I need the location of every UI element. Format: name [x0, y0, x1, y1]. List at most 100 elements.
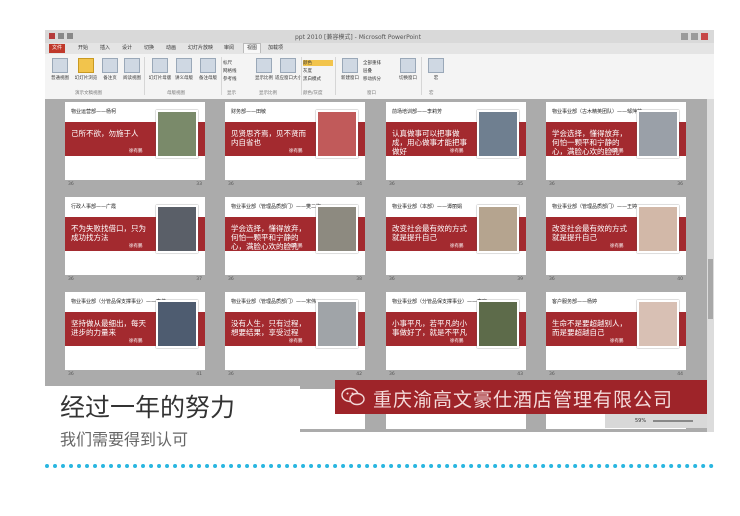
slide-number-row: 36 34 [225, 182, 365, 190]
slide-author: 徐有鹏 [289, 339, 303, 344]
ribbon-divider [144, 57, 145, 95]
slide-quote: 改变社会最有效的方式就是提升自己 [392, 224, 467, 242]
slide-thumbnail[interactable]: 行政人事部——广霞 不为失败找借口，只为成功找方法 徐有鹏 [65, 197, 205, 275]
macros-button[interactable]: 宏 [423, 58, 449, 88]
fit-to-window-button[interactable]: 适应窗口大小 [275, 58, 302, 88]
slide-transition-mark: 36 [389, 182, 395, 187]
slide-sorter-button[interactable]: 幻灯片浏览 [73, 58, 99, 88]
slide-number-row: 36 39 [386, 277, 526, 285]
reading-view-button[interactable]: 阅读视图 [119, 58, 145, 88]
slide-photo [477, 110, 519, 158]
slide-photo [637, 110, 679, 158]
slide-header: 物业事业部（管理品质部门）——樊二梅 [231, 204, 322, 210]
slide-number: 38 [356, 277, 362, 282]
slide-author: 徐有鹏 [610, 149, 624, 154]
slide-number: 35 [517, 182, 523, 187]
slide-number-row: 36 38 [225, 277, 365, 285]
slide-number-row: 36 37 [65, 277, 205, 285]
slide-photo [156, 205, 198, 253]
slide-thumbnail[interactable]: 物业事业部（古木精英团队）——邹萍萍 学会选择，懂得放弃，何怕一颗平和宁静的心，满… [546, 102, 686, 180]
slide-thumbnail[interactable]: 财务部——田敏 见贤思齐焉，见不贤而内自省也 徐有鹏 [225, 102, 365, 180]
slide-number: 42 [356, 372, 362, 377]
handout-master-button[interactable]: 讲义母版 [171, 58, 197, 88]
close-button[interactable] [701, 33, 708, 40]
slide-transition-mark: 36 [68, 182, 74, 187]
slide-thumbnail[interactable]: 物业事业部（分管品保支撑事业）——李晓 小事平凡，若平凡的小事做好了，就是不平凡徐… [386, 292, 526, 370]
slide-header: 财务部——田敏 [231, 109, 267, 115]
maximize-button[interactable] [691, 33, 698, 40]
slide-number-row: 36 41 [65, 372, 205, 380]
tab-view[interactable]: 视图 [243, 43, 262, 53]
slide-transition-mark: 36 [389, 372, 395, 377]
notes-master-button[interactable]: 备注母版 [195, 58, 221, 88]
slide-number: 44 [677, 372, 683, 377]
group-label-macros: 宏 [429, 91, 434, 96]
group-label-show: 显示 [227, 91, 236, 96]
zoom-button[interactable]: 显示比例 [251, 58, 277, 88]
slide-transition-mark: 36 [68, 372, 74, 377]
tab-design[interactable]: 设计 [119, 44, 135, 53]
slide-thumbnail[interactable]: 物业事业部（管理品质部门）——王婷改变社会最有效的方式就是提升自己徐有鹏 [546, 197, 686, 275]
magnifier-icon [256, 58, 272, 73]
reading-view-icon [124, 58, 140, 73]
switch-window-button[interactable]: 切换窗口 [395, 58, 421, 88]
tab-animations[interactable]: 动画 [163, 44, 179, 53]
arrange-options[interactable]: 全部重排 层叠 移动拆分 [363, 58, 393, 88]
slide-number: 36 [677, 182, 683, 187]
slide-transition-mark: 36 [228, 372, 234, 377]
save-icon[interactable] [58, 33, 64, 39]
scrollbar-thumb[interactable] [708, 259, 713, 319]
tab-home[interactable]: 开始 [75, 44, 91, 53]
slide-author: 徐有鹏 [450, 339, 464, 344]
tab-file[interactable]: 文件 [49, 44, 66, 53]
tab-insert[interactable]: 插入 [97, 44, 113, 53]
slide-thumbnail[interactable]: 客户服务部——杨婷 生命不是要超越别人，而是要超越自己 徐有鹏 [546, 292, 686, 370]
slide-number: 37 [196, 277, 202, 282]
slide-number: 34 [356, 182, 362, 187]
slide-author: 徐有鹏 [289, 244, 303, 249]
slide-number-row: 36 43 [386, 372, 526, 380]
slide-transition-mark: 36 [228, 182, 234, 187]
slide-thumbnail[interactable]: 物业事业部（分管品保支撑事业）——李伟 坚持做从最细出，每天进步的力量来 徐有鹏 [65, 292, 205, 370]
ribbon-divider [335, 57, 336, 95]
ruler-checkbox[interactable]: 标尺 网格线 参考线 [223, 58, 249, 88]
zoom-slider[interactable] [653, 420, 693, 422]
slide-quote: 改变社会最有效的方式就是提升自己 [552, 224, 627, 242]
normal-view-button[interactable]: 普通视图 [47, 58, 73, 88]
slide-thumbnail[interactable]: 前场培训部——李莉芳 认真做事可以把事做成，用心做事才能把事做好 徐有鹏 [386, 102, 526, 180]
slide-thumbnail[interactable]: 物业事业部（管理品质部门）——樊二梅 学会选择，懂得放弃，何怕一颗平和宁静的心，满… [225, 197, 365, 275]
slide-transition-mark: 36 [549, 372, 555, 377]
ribbon-tabs: 文件 开始 插入 设计 切换 动画 幻灯片放映 审阅 视图 加载项 [45, 43, 714, 54]
slide-thumbnail[interactable]: 物业运营部——杨柯 己所不欲，勿施于人 徐有鹏 [65, 102, 205, 180]
slide-number-row: 36 35 [386, 182, 526, 190]
tab-review[interactable]: 审阅 [221, 44, 237, 53]
minimize-button[interactable] [681, 33, 688, 40]
tab-addins[interactable]: 加载项 [265, 44, 286, 53]
caption-subtitle: 我们需要得到认可 [60, 430, 189, 449]
tab-slideshow[interactable]: 幻灯片放映 [185, 44, 216, 53]
app-icon [49, 33, 55, 39]
slide-master-icon [152, 58, 168, 73]
ribbon-divider [421, 57, 422, 95]
slide-quote: 坚持做从最细出，每天进步的力量来 [71, 319, 146, 337]
slide-author: 徐有鹏 [129, 339, 143, 344]
slide-author: 徐有鹏 [610, 244, 624, 249]
undo-icon[interactable] [67, 33, 73, 39]
slide-photo [156, 110, 198, 158]
slide-master-button[interactable]: 幻灯片母版 [147, 58, 173, 88]
slide-thumbnail[interactable]: 物业事业部（本部）——谭丽娟 改变社会最有效的方式就是提升自己 徐有鹏 [386, 197, 526, 275]
slide-photo [637, 205, 679, 253]
slide-number-row: 36 33 [65, 182, 205, 190]
slide-photo [637, 300, 679, 348]
slide-header: 物业事业部（管理品质部门）——王婷 [552, 204, 638, 210]
tab-transitions[interactable]: 切换 [141, 44, 157, 53]
new-window-button[interactable]: 新建窗口 [337, 58, 363, 88]
color-mode-options[interactable]: 颜色 灰度 黑白模式 [303, 58, 333, 88]
slide-quote: 小事平凡，若平凡的小事做好了，就是不平凡 [392, 319, 467, 337]
brand-text: 重庆渝高文豪仕酒店管理有限公司 [373, 389, 674, 411]
slide-thumbnail[interactable]: 物业事业部（管理品质部门）——宋伟 没有人生，只有过程，想要结果，享受过程 徐有鹏 [225, 292, 365, 370]
zoom-level: 59% [635, 418, 647, 424]
vertical-scrollbar[interactable] [707, 99, 714, 432]
switch-window-icon [400, 58, 416, 73]
caption-box: 经过一年的努力 我们需要得到认可 [45, 386, 300, 452]
